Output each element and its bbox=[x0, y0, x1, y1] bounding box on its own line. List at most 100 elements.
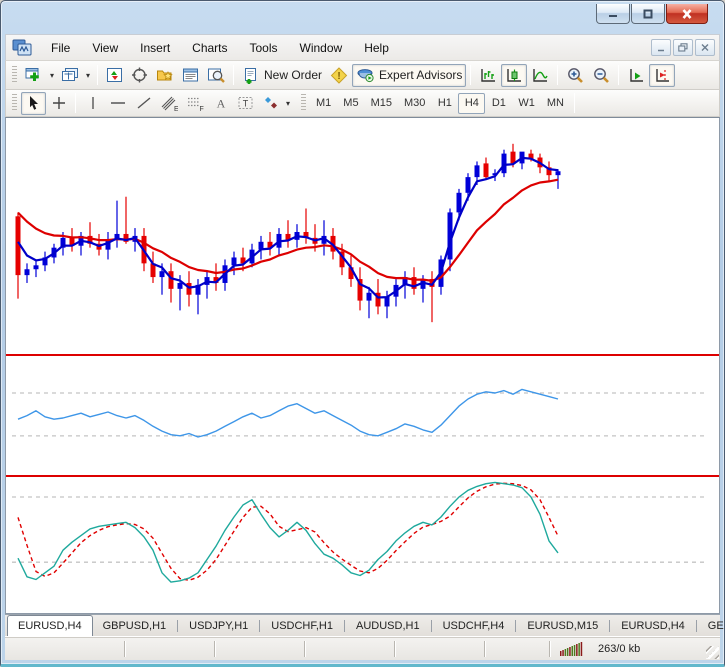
expert-advisors-label: Expert Advisors bbox=[379, 68, 462, 82]
text-button[interactable]: A bbox=[208, 92, 233, 115]
vertical-line-button[interactable] bbox=[80, 92, 105, 115]
timeframe-button-m30[interactable]: M30 bbox=[398, 93, 431, 114]
crosshair-button[interactable] bbox=[46, 92, 71, 115]
text-label-icon: T bbox=[237, 95, 254, 111]
metaeditor-warning-button[interactable]: ! bbox=[326, 64, 352, 87]
zoom-in-icon bbox=[566, 67, 584, 84]
navigator-button[interactable] bbox=[152, 64, 178, 87]
new-chart-button[interactable] bbox=[21, 64, 47, 87]
vertical-line-icon bbox=[86, 95, 100, 111]
mdi-close-button[interactable] bbox=[695, 39, 715, 56]
chart-shift-icon bbox=[653, 67, 671, 84]
status-cell bbox=[305, 641, 395, 657]
tab-divider bbox=[431, 620, 432, 632]
close-button[interactable] bbox=[666, 4, 708, 24]
zoom-in-button[interactable] bbox=[562, 64, 588, 87]
navigator-icon bbox=[156, 67, 174, 83]
tab-divider bbox=[344, 620, 345, 632]
rsi-indicator-pane[interactable] bbox=[6, 356, 719, 475]
toolbar-grip[interactable] bbox=[12, 66, 17, 84]
stochastic-indicator-pane[interactable] bbox=[6, 477, 719, 609]
timeframe-button-m5[interactable]: M5 bbox=[337, 93, 364, 114]
resize-grip[interactable] bbox=[706, 646, 719, 659]
toolbar-grip[interactable] bbox=[301, 94, 306, 112]
application-window: FileViewInsertChartsToolsWindowHelp ▾ ▾ Ne… bbox=[0, 0, 725, 667]
text-label-button[interactable]: T bbox=[233, 92, 258, 115]
timeframe-button-mn[interactable]: MN bbox=[541, 93, 570, 114]
chart-shift-button[interactable] bbox=[649, 64, 675, 87]
trendline-button[interactable] bbox=[131, 92, 156, 115]
chart-profiles-icon bbox=[61, 67, 79, 83]
chart-profiles-dropdown-icon[interactable]: ▾ bbox=[83, 64, 93, 87]
toolbar-separator bbox=[97, 65, 98, 85]
svg-text:!: ! bbox=[337, 71, 340, 82]
chart-window-eurusd-h4[interactable] bbox=[5, 117, 720, 614]
equidistant-channel-button[interactable]: E bbox=[156, 92, 182, 115]
chart-tab-usdchf-h4[interactable]: USDCHF,H4 bbox=[433, 617, 515, 636]
strategy-tester-button[interactable] bbox=[203, 64, 229, 87]
chart-tab-eurusd-h4[interactable]: EURUSD,H4 bbox=[611, 617, 695, 636]
tab-divider bbox=[515, 620, 516, 632]
chart-profiles-button[interactable] bbox=[57, 64, 83, 87]
auto-scroll-button[interactable] bbox=[623, 64, 649, 87]
toolbar-separator bbox=[470, 65, 471, 85]
timeframe-button-h4[interactable]: H4 bbox=[458, 93, 485, 114]
timeframe-button-h1[interactable]: H1 bbox=[431, 93, 458, 114]
toolbar-separator bbox=[75, 93, 76, 113]
menu-item-view[interactable]: View bbox=[81, 37, 129, 59]
menu-item-charts[interactable]: Charts bbox=[181, 37, 238, 59]
chart-tab-audusd-h1[interactable]: AUDUSD,H1 bbox=[346, 617, 430, 636]
cursor-icon bbox=[26, 95, 42, 111]
expert-advisors-button[interactable]: Expert Advisors bbox=[352, 64, 466, 87]
status-cell bbox=[215, 641, 305, 657]
new-order-button[interactable]: New Order bbox=[238, 64, 326, 87]
arrows-tool-button[interactable] bbox=[258, 92, 283, 115]
menu-item-help[interactable]: Help bbox=[353, 37, 400, 59]
chart-tab-eurusd-m15[interactable]: EURUSD,M15 bbox=[517, 617, 608, 636]
main-chart-pane[interactable] bbox=[6, 118, 719, 354]
line-chart-mode-button[interactable] bbox=[527, 64, 553, 87]
timeframe-button-w1[interactable]: W1 bbox=[512, 93, 541, 114]
standard-toolbar: ▾ ▾ New Order! Expert Advisors bbox=[5, 61, 720, 90]
chart-tab-usdchf-h1[interactable]: USDCHF,H1 bbox=[261, 617, 343, 636]
menu-item-file[interactable]: File bbox=[40, 37, 81, 59]
mdi-restore-button[interactable] bbox=[673, 39, 693, 56]
timeframe-button-m15[interactable]: M15 bbox=[365, 93, 398, 114]
chart-tab-ge[interactable]: GE bbox=[698, 617, 725, 636]
timeframe-button-d1[interactable]: D1 bbox=[485, 93, 512, 114]
mdi-minimize-button[interactable] bbox=[651, 39, 671, 56]
chart-tab-eurusd-h4[interactable]: EURUSD,H4 bbox=[7, 615, 93, 636]
tab-divider bbox=[259, 620, 260, 632]
svg-text:E: E bbox=[174, 106, 178, 112]
svg-text:A: A bbox=[216, 97, 225, 111]
chart-tab-usdjpy-h1[interactable]: USDJPY,H1 bbox=[179, 617, 258, 636]
menu-item-tools[interactable]: Tools bbox=[239, 37, 289, 59]
title-bar[interactable] bbox=[5, 1, 720, 34]
data-window-button[interactable] bbox=[127, 64, 152, 87]
traffic-label: 263/0 kb bbox=[598, 643, 640, 655]
timeframe-button-m1[interactable]: M1 bbox=[310, 93, 337, 114]
candlestick-mode-button[interactable] bbox=[501, 64, 527, 87]
chart-tab-gbpusd-h1[interactable]: GBPUSD,H1 bbox=[93, 617, 177, 636]
minimize-button[interactable] bbox=[596, 4, 630, 24]
menu-item-window[interactable]: Window bbox=[289, 37, 354, 59]
fibonacci-retracement-button[interactable]: F bbox=[182, 92, 208, 115]
zoom-out-button[interactable] bbox=[588, 64, 614, 87]
toolbar-separator bbox=[233, 65, 234, 85]
menu-bar: FileViewInsertChartsToolsWindowHelp bbox=[5, 34, 720, 61]
tab-divider bbox=[696, 620, 697, 632]
bar-chart-mode-button[interactable] bbox=[475, 64, 501, 87]
maximize-button[interactable] bbox=[631, 4, 665, 24]
menu-item-insert[interactable]: Insert bbox=[129, 37, 181, 59]
horizontal-line-button[interactable] bbox=[105, 92, 131, 115]
toolbar-grip[interactable] bbox=[12, 94, 17, 112]
market-watch-button[interactable] bbox=[102, 64, 127, 87]
bar-chart-mode-icon bbox=[479, 67, 497, 84]
cursor-button[interactable] bbox=[21, 92, 46, 115]
drawing-toolbar: EFAT ▾ M1M5M15M30H1H4D1W1MN bbox=[5, 90, 720, 117]
arrows-tool-dropdown-icon[interactable]: ▾ bbox=[283, 92, 293, 115]
zoom-out-icon bbox=[592, 67, 610, 84]
terminal-button[interactable] bbox=[178, 64, 203, 87]
data-window-icon bbox=[131, 67, 148, 83]
new-chart-dropdown-icon[interactable]: ▾ bbox=[47, 64, 57, 87]
